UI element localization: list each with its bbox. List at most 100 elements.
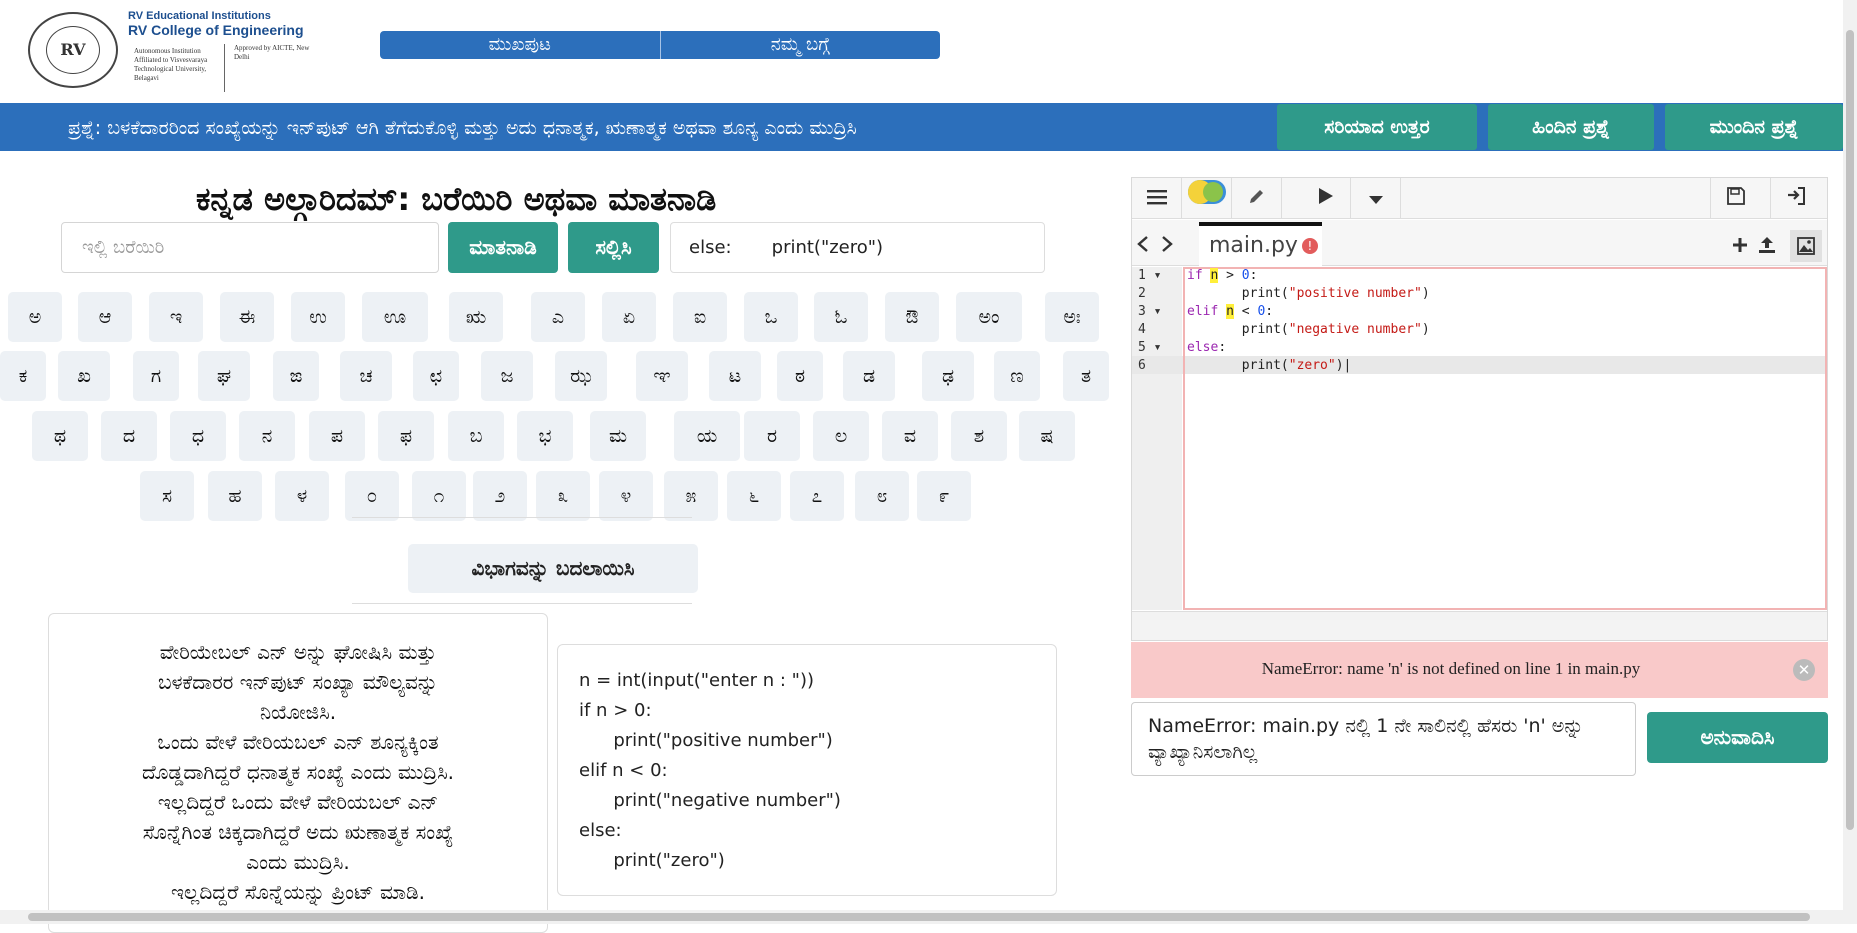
keyboard-key[interactable]: ಶ: [951, 411, 1007, 461]
keyboard-key[interactable]: ಪ: [309, 411, 365, 461]
keyboard-key[interactable]: ಛ: [413, 351, 459, 401]
code-line: if n > 0:: [579, 700, 652, 721]
submit-button[interactable]: ಸಲ್ಲಿಸಿ: [568, 222, 659, 273]
keyboard-key[interactable]: ಣ: [994, 351, 1040, 401]
key-icon[interactable]: [1182, 178, 1232, 219]
editor-line: else:: [1187, 340, 1227, 355]
tab-main-py[interactable]: main.py!: [1199, 222, 1322, 266]
play-icon[interactable]: [1301, 178, 1351, 219]
keyboard-key[interactable]: ೧: [412, 471, 466, 521]
change-section-button[interactable]: ವಿಭಾಗವನ್ನು ಬದಲಾಯಿಸಿ: [408, 544, 698, 593]
keyboard-key[interactable]: ಢ: [922, 351, 974, 401]
write-input[interactable]: ಇಲ್ಲಿ ಬರೆಯಿರಿ: [61, 222, 439, 273]
keyboard-key[interactable]: ಋ: [449, 292, 503, 342]
keyboard-key[interactable]: ಈ: [220, 292, 274, 342]
keyboard-key[interactable]: ಊ: [362, 292, 428, 342]
keyboard-key[interactable]: ಸ: [140, 471, 194, 521]
keyboard-key[interactable]: ೪: [599, 471, 653, 521]
previous-question-button[interactable]: ಹಿಂದಿನ ಪ್ರಶ್ನೆ: [1488, 104, 1654, 150]
keyboard-key[interactable]: ಫ: [378, 411, 434, 461]
keyboard-key[interactable]: ೩: [536, 471, 590, 521]
keyboard-key[interactable]: ಭ: [517, 411, 573, 461]
keyboard-key[interactable]: ೨: [473, 471, 527, 521]
translation-textarea[interactable]: NameError: main.py ನಲ್ಲಿ 1 ನೇ ಸಾಲಿನಲ್ಲಿ …: [1131, 702, 1636, 776]
keyboard-key[interactable]: ೭: [790, 471, 844, 521]
sign-in-icon[interactable]: [1770, 178, 1820, 219]
keyboard-key[interactable]: ಧ: [170, 411, 226, 461]
keyboard-key[interactable]: ಉ: [291, 292, 345, 342]
vertical-scroll-thumb[interactable]: [1846, 30, 1854, 830]
keyboard-key[interactable]: ಡ: [843, 351, 895, 401]
correct-answer-button[interactable]: ಸರಿಯಾದ ಉತ್ತರ: [1277, 104, 1477, 150]
keyboard-key[interactable]: ೫: [664, 471, 718, 521]
keyboard-key[interactable]: ದ: [101, 411, 157, 461]
description-line: ನಿಯೋಜಿಸಿ.: [259, 700, 337, 724]
keyboard-key[interactable]: ೬: [727, 471, 781, 521]
image-icon[interactable]: [1790, 230, 1822, 262]
keyboard-key[interactable]: ಮ: [590, 411, 646, 461]
keyboard-key[interactable]: ಅಃ: [1045, 292, 1099, 342]
next-question-button[interactable]: ಮುಂದಿನ ಪ್ರಶ್ನೆ: [1665, 104, 1843, 150]
keyboard-key[interactable]: ಕ: [0, 351, 46, 401]
description-line: ವೇರಿಯೇಬಲ್ ಎನ್ ಅನ್ನು ಘೋಷಿಸಿ ಮತ್ತು: [159, 640, 437, 664]
keyboard-key[interactable]: ಐ: [673, 292, 727, 342]
keyboard-key[interactable]: ಚ: [340, 351, 392, 401]
close-circle-icon[interactable]: ✕: [1793, 659, 1815, 681]
keyboard-key[interactable]: ಘ: [198, 351, 250, 401]
save-icon[interactable]: [1710, 178, 1760, 219]
description-line: ಬಳಕೆದಾರರ ಇನ್‌ಪುಟ್ ಸಂಖ್ಯಾ ಮೌಲ್ಯವನ್ನು: [158, 670, 438, 694]
keyboard-key[interactable]: ಅಂ: [956, 292, 1022, 342]
keyboard-key[interactable]: ಆ: [78, 292, 132, 342]
keyboard-key[interactable]: ಞ: [636, 351, 688, 401]
keyboard-key[interactable]: ಳ: [275, 471, 329, 521]
algorithm-description: ವೇರಿಯೇಬಲ್ ಎನ್ ಅನ್ನು ಘೋಷಿಸಿ ಮತ್ತು ಬಳಕೆದಾರ…: [60, 637, 536, 907]
pencil-icon[interactable]: [1232, 178, 1282, 219]
code-line: print("zero"): [579, 850, 725, 871]
chevron-left-icon[interactable]: [1136, 236, 1150, 256]
keyboard-key[interactable]: ಠ: [777, 351, 823, 401]
keyboard-key[interactable]: ೯: [917, 471, 971, 521]
keyboard-key[interactable]: ಬ: [448, 411, 504, 461]
keyboard-key[interactable]: ಅ: [8, 292, 62, 342]
chevron-right-icon[interactable]: [1160, 236, 1174, 256]
upload-icon[interactable]: [1758, 236, 1776, 258]
editor-code-area[interactable]: [1183, 267, 1827, 610]
keyboard-key[interactable]: ಟ: [709, 351, 761, 401]
keyboard-key[interactable]: ವ: [882, 411, 938, 461]
keyboard-key[interactable]: ಜ: [481, 351, 533, 401]
keyboard-key[interactable]: ಏ: [602, 292, 656, 342]
keyboard-key[interactable]: ಹ: [208, 471, 262, 521]
keyboard-key[interactable]: ತ: [1063, 351, 1109, 401]
keyboard-key[interactable]: ಎ: [531, 292, 585, 342]
menu-icon[interactable]: [1132, 178, 1182, 219]
keyboard-key[interactable]: ಷ: [1019, 411, 1075, 461]
keyboard-key[interactable]: ೮: [855, 471, 909, 521]
keyboard-key[interactable]: ಥ: [32, 411, 88, 461]
plus-icon[interactable]: [1732, 237, 1748, 257]
speak-button[interactable]: ಮಾತನಾಡಿ: [448, 222, 558, 273]
keyboard-key[interactable]: ಙ: [273, 351, 319, 401]
horizontal-scroll-thumb[interactable]: [28, 913, 1810, 921]
top-nav: ಮುಖಪುಟ ನಮ್ಮ ಬಗ್ಗೆ: [380, 31, 940, 59]
college-logo[interactable]: RV RV Educational Institutions RV Colleg…: [28, 8, 358, 92]
nav-home[interactable]: ಮುಖಪುಟ: [380, 31, 661, 59]
keyboard-key[interactable]: ಖ: [58, 351, 110, 401]
keyboard-key[interactable]: ಲ: [813, 411, 869, 461]
code-line: n = int(input("enter n : ")): [579, 670, 815, 691]
keyboard-key[interactable]: ಗ: [133, 351, 179, 401]
translate-button[interactable]: ಅನುವಾದಿಸಿ: [1647, 712, 1828, 763]
keyboard-key[interactable]: ರ: [744, 411, 800, 461]
divider: [352, 603, 692, 604]
editor-line: elif n < 0:: [1187, 304, 1274, 319]
keyboard-key[interactable]: ಇ: [149, 292, 203, 342]
nav-about-us[interactable]: ನಮ್ಮ ಬಗ್ಗೆ: [661, 31, 941, 59]
keyboard-key[interactable]: ಯ: [674, 411, 740, 461]
keyboard-key[interactable]: ಓ: [814, 292, 868, 342]
description-line: ಇಲ್ಲದಿದ್ದರೆ ಒಂದು ವೇಳೆ ವೇರಿಯಬಲ್ ಎನ್: [157, 790, 439, 814]
keyboard-key[interactable]: ಝ: [555, 351, 607, 401]
keyboard-key[interactable]: ೦: [345, 471, 399, 521]
keyboard-key[interactable]: ಔ: [885, 292, 939, 342]
keyboard-key[interactable]: ನ: [239, 411, 295, 461]
caret-down-icon[interactable]: [1351, 178, 1401, 219]
keyboard-key[interactable]: ಒ: [744, 292, 798, 342]
